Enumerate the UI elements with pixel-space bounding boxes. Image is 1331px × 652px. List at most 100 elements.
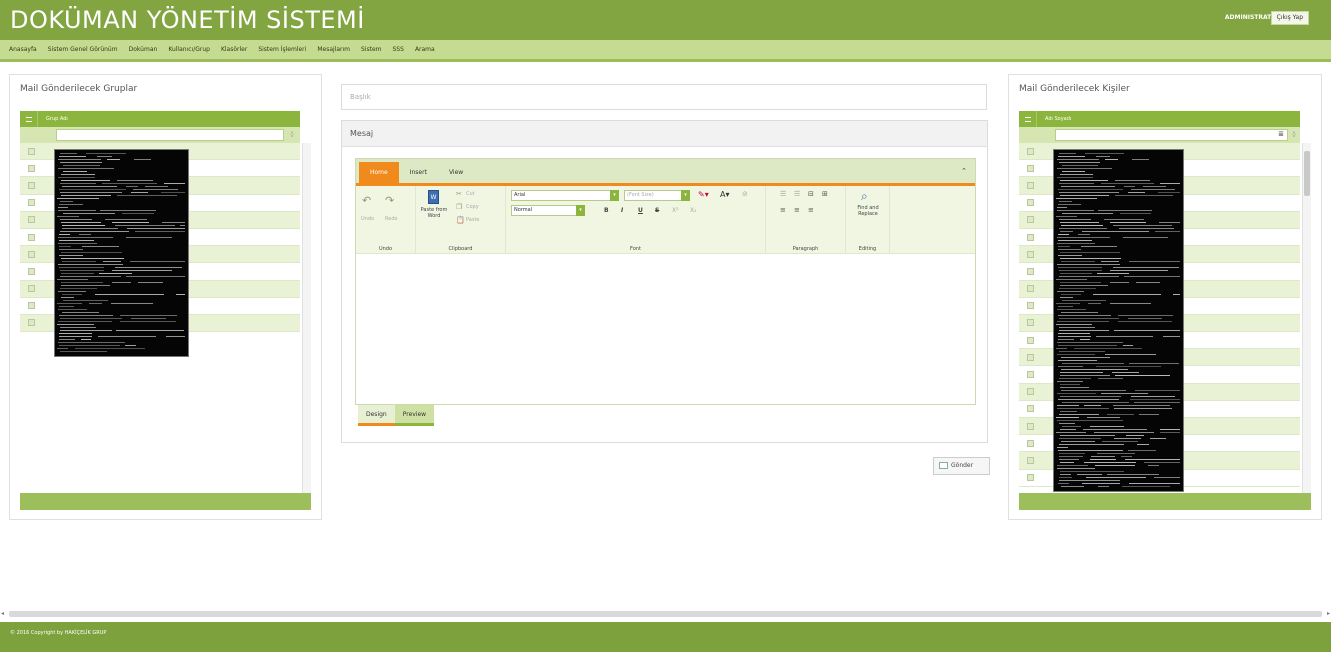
indent-icon[interactable]: ⊞ (822, 190, 828, 198)
paste-icon[interactable]: 📋 (456, 216, 465, 224)
row-checkbox[interactable] (28, 181, 35, 189)
row-checkbox[interactable] (1027, 405, 1034, 413)
row-checkbox[interactable] (1027, 233, 1034, 241)
scrollbar-track[interactable] (9, 611, 1322, 617)
tab-view[interactable]: View (438, 162, 474, 183)
tab-design[interactable]: Design (358, 405, 395, 426)
groups-scrollbar[interactable] (302, 143, 311, 493)
row-checkbox[interactable] (28, 250, 35, 258)
select-all-checkbox[interactable] (20, 111, 38, 127)
redo-button[interactable]: Redo (385, 216, 398, 222)
redo-icon[interactable]: ↷ (385, 194, 394, 207)
row-checkbox[interactable] (1027, 199, 1034, 207)
scroll-right-icon[interactable]: ▸ (1327, 610, 1330, 617)
strikethrough-icon[interactable]: S (655, 207, 659, 214)
bold-icon[interactable]: B (604, 207, 609, 214)
full-name-filter-input[interactable] (1055, 129, 1288, 141)
row-checkbox[interactable] (28, 319, 35, 327)
copy-button[interactable]: Copy (466, 204, 479, 210)
undo-button[interactable]: Undo (361, 216, 374, 222)
row-checkbox[interactable] (28, 233, 35, 241)
bullet-list-icon[interactable]: ☰ (780, 190, 786, 198)
font-size-select[interactable]: (Font Size) ▾ (624, 190, 690, 201)
row-checkbox[interactable] (28, 302, 35, 310)
row-checkbox[interactable] (1027, 353, 1034, 361)
people-scrollbar[interactable] (1302, 143, 1311, 493)
menu-item-folders[interactable]: Klasörler (221, 46, 247, 53)
row-checkbox[interactable] (28, 164, 35, 172)
align-right-icon[interactable]: ≡ (808, 206, 814, 214)
row-checkbox[interactable] (1027, 439, 1034, 447)
align-left-icon[interactable]: ≡ (780, 206, 786, 214)
clear-format-icon[interactable]: ⊘ (742, 190, 748, 198)
row-checkbox[interactable] (1027, 216, 1034, 224)
filter-options-icon[interactable]: ◊ (1290, 129, 1298, 141)
align-center-icon[interactable]: ≡ (794, 206, 800, 214)
outdent-icon[interactable]: ⊟ (808, 190, 814, 198)
message-body-editor[interactable] (356, 254, 975, 404)
menu-item-messages[interactable]: Mesajlarım (317, 46, 350, 53)
menu-item-users-groups[interactable]: Kullanıcı/Grup (168, 46, 210, 53)
row-checkbox[interactable] (28, 147, 35, 155)
font-name-select[interactable]: Arial ▾ (511, 190, 619, 201)
people-scrollbar-thumb[interactable] (1304, 151, 1310, 196)
italic-icon[interactable]: I (621, 207, 623, 214)
select-all-checkbox[interactable] (1019, 111, 1037, 127)
row-checkbox[interactable] (1027, 474, 1034, 482)
menu-item-documents[interactable]: Doküman (129, 46, 158, 53)
underline-icon[interactable]: U (638, 207, 643, 214)
undo-icon[interactable]: ↶ (362, 194, 371, 207)
paste-button[interactable]: Paste (466, 217, 480, 223)
row-checkbox[interactable] (1027, 302, 1034, 310)
page-horizontal-scrollbar[interactable]: ◂ ▸ (0, 610, 1331, 619)
cut-icon[interactable]: ✂ (456, 190, 462, 198)
menu-item-anasayfa[interactable]: Anasayfa (9, 46, 37, 53)
logout-button[interactable]: Çıkış Yap (1270, 11, 1309, 25)
row-checkbox[interactable] (1027, 181, 1034, 189)
menu-item-system[interactable]: Sistem (361, 46, 382, 53)
menu-item-faq[interactable]: SSS (393, 46, 404, 53)
paste-from-word-button[interactable]: Paste from Word (420, 207, 448, 219)
find-replace-icon[interactable]: ⌕ (861, 189, 868, 204)
row-checkbox[interactable] (1027, 319, 1034, 327)
scroll-left-icon[interactable]: ◂ (1, 610, 4, 617)
row-checkbox[interactable] (1027, 267, 1034, 275)
numbered-list-icon[interactable]: ☰ (794, 190, 800, 198)
paragraph-style-select[interactable]: Normal ▾ (511, 205, 585, 216)
word-icon[interactable]: W (428, 190, 439, 204)
column-header-group-name[interactable]: Grup Adı (38, 116, 68, 122)
find-replace-button[interactable]: Find and Replace (850, 205, 886, 217)
send-button[interactable]: Gönder (933, 457, 990, 475)
copy-icon[interactable]: ❐ (456, 203, 462, 211)
tab-insert[interactable]: Insert (399, 162, 438, 183)
row-checkbox[interactable] (28, 199, 35, 207)
subject-input[interactable]: Başlık (341, 84, 987, 110)
cut-button[interactable]: Cut (466, 191, 475, 197)
row-checkbox[interactable] (1027, 164, 1034, 172)
row-checkbox[interactable] (1027, 336, 1034, 344)
group-name-filter-input[interactable] (56, 129, 284, 141)
tab-home[interactable]: Home (359, 162, 399, 183)
filter-options-icon[interactable]: ◊ (288, 129, 296, 141)
column-header-full-name[interactable]: Adı Soyadı (1037, 116, 1071, 122)
row-checkbox[interactable] (1027, 456, 1034, 464)
menu-item-system-overview[interactable]: Sistem Genel Görünüm (48, 46, 118, 53)
row-checkbox[interactable] (1027, 250, 1034, 258)
font-color-icon[interactable]: A▾ (720, 190, 730, 199)
highlight-color-icon[interactable]: ✎▾ (698, 190, 709, 199)
menu-item-search[interactable]: Arama (415, 46, 435, 53)
row-checkbox[interactable] (28, 216, 35, 224)
row-checkbox[interactable] (28, 285, 35, 293)
superscript-icon[interactable]: X² (672, 207, 679, 214)
tab-preview[interactable]: Preview (394, 405, 435, 426)
row-checkbox[interactable] (1027, 371, 1034, 379)
menu-item-system-operations[interactable]: Sistem İşlemleri (258, 46, 306, 53)
row-checkbox[interactable] (28, 267, 35, 275)
collapse-ribbon-icon[interactable]: ⌃ (961, 167, 967, 175)
row-checkbox[interactable] (1027, 422, 1034, 430)
row-checkbox[interactable] (1027, 147, 1034, 155)
subscript-icon[interactable]: X₂ (690, 207, 697, 214)
row-checkbox[interactable] (1027, 285, 1034, 293)
row-checkbox[interactable] (1027, 388, 1034, 396)
filter-menu-icon[interactable]: ≣ (1278, 130, 1284, 138)
